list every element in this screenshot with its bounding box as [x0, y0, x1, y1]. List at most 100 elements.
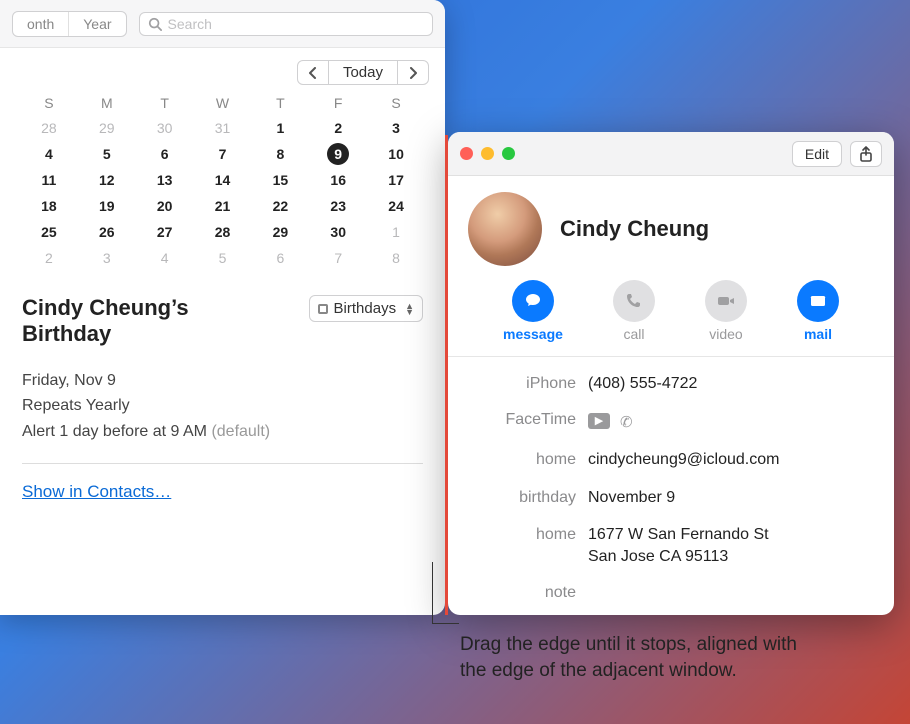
- contacts-window: Edit Cindy Cheung message call video mail i…: [448, 132, 894, 615]
- calendar-day-cell[interactable]: 13: [136, 167, 194, 193]
- calendar-day-cell[interactable]: 26: [78, 219, 136, 245]
- calendar-day-cell[interactable]: 15: [251, 167, 309, 193]
- calendar-selector[interactable]: Birthdays ▲▼: [309, 295, 423, 322]
- calendar-day-cell[interactable]: 6: [136, 141, 194, 167]
- calendar-day-cell[interactable]: 22: [251, 193, 309, 219]
- info-value[interactable]: (408) 555-4722: [588, 373, 697, 395]
- calendar-day-cell[interactable]: 3: [78, 245, 136, 271]
- calendar-day-cell[interactable]: 23: [309, 193, 367, 219]
- calendar-day-cell[interactable]: 28: [20, 115, 78, 141]
- event-title: Cindy Cheung’s Birthday: [22, 295, 252, 348]
- calendar-day-cell[interactable]: 4: [136, 245, 194, 271]
- calendar-day-cell[interactable]: 1: [367, 219, 425, 245]
- calendar-day-cell[interactable]: 19: [78, 193, 136, 219]
- calendar-day-cell[interactable]: 29: [251, 219, 309, 245]
- contact-name: Cindy Cheung: [560, 216, 709, 242]
- calendar-day-cell[interactable]: 30: [136, 115, 194, 141]
- calendar-day-cell[interactable]: 3: [367, 115, 425, 141]
- calendar-day-cell[interactable]: 14: [194, 167, 252, 193]
- calendar-week-row: 11121314151617: [20, 167, 425, 193]
- calendar-day-cell[interactable]: 9: [309, 141, 367, 167]
- info-value[interactable]: cindycheung9@icloud.com: [588, 449, 779, 471]
- calendar-day-cell[interactable]: 28: [194, 219, 252, 245]
- prev-button[interactable]: [297, 60, 329, 85]
- info-value[interactable]: November 9: [588, 487, 675, 509]
- calendar-day-cell[interactable]: 27: [136, 219, 194, 245]
- view-year-tab[interactable]: Year: [68, 12, 125, 36]
- calendar-day-cell[interactable]: 10: [367, 141, 425, 167]
- calendar-day-cell[interactable]: 1: [251, 115, 309, 141]
- dow-cell: T: [251, 95, 309, 111]
- calendar-day-cell[interactable]: 30: [309, 219, 367, 245]
- share-icon: [859, 146, 873, 162]
- calendar-week-row: 2345678: [20, 245, 425, 271]
- contact-header: Cindy Cheung: [448, 176, 894, 274]
- calendar-day-cell[interactable]: 18: [20, 193, 78, 219]
- calendar-day-cell[interactable]: 5: [194, 245, 252, 271]
- view-month-tab[interactable]: onth: [13, 12, 68, 36]
- video-action: video: [705, 280, 747, 342]
- info-row-iPhone: iPhone(408) 555-4722: [468, 365, 874, 403]
- calendar-day-cell[interactable]: 17: [367, 167, 425, 193]
- calendar-day-cell[interactable]: 25: [20, 219, 78, 245]
- share-button[interactable]: [850, 141, 882, 167]
- calendar-day-cell[interactable]: 11: [20, 167, 78, 193]
- next-button[interactable]: [397, 60, 429, 85]
- maximize-button[interactable]: [502, 147, 515, 160]
- info-label: iPhone: [468, 375, 588, 393]
- calendar-day-cell[interactable]: 31: [194, 115, 252, 141]
- event-meta: Friday, Nov 9 Repeats Yearly Alert 1 day…: [22, 368, 423, 445]
- calendar-day-cell[interactable]: 4: [20, 141, 78, 167]
- callout-text: Drag the edge until it stops, aligned wi…: [460, 632, 820, 683]
- calendar-selector-label: Birthdays: [334, 300, 397, 317]
- calendar-day-cell[interactable]: 7: [309, 245, 367, 271]
- calendar-day-cell[interactable]: 6: [251, 245, 309, 271]
- event-repeat-line: Repeats Yearly: [22, 393, 423, 419]
- facetime-video-icon[interactable]: ▶: [588, 413, 610, 429]
- info-label: home: [468, 451, 588, 469]
- show-in-contacts-link[interactable]: Show in Contacts…: [22, 482, 171, 501]
- contact-avatar[interactable]: [468, 192, 542, 266]
- facetime-audio-icon[interactable]: ✆: [620, 413, 633, 433]
- info-label: birthday: [468, 489, 588, 507]
- call-icon: [613, 280, 655, 322]
- quick-action-row: message call video mail: [448, 274, 894, 356]
- calendar-day-cell[interactable]: 2: [309, 115, 367, 141]
- info-row-home: home1677 W San Fernando St San Jose CA 9…: [468, 516, 874, 575]
- chevron-right-icon: [408, 67, 418, 79]
- edit-button[interactable]: Edit: [792, 141, 842, 167]
- calendar-day-cell[interactable]: 5: [78, 141, 136, 167]
- dow-cell: W: [194, 95, 252, 111]
- today-button[interactable]: Today: [329, 60, 397, 85]
- calendar-day-cell[interactable]: 7: [194, 141, 252, 167]
- call-label: call: [623, 326, 644, 342]
- minimize-button[interactable]: [481, 147, 494, 160]
- dow-cell: M: [78, 95, 136, 111]
- calendar-day-cell[interactable]: 20: [136, 193, 194, 219]
- calendar-day-cell[interactable]: 8: [367, 245, 425, 271]
- calendar-color-swatch: [318, 304, 328, 314]
- calendar-day-cell[interactable]: 24: [367, 193, 425, 219]
- view-segmented-control[interactable]: onth Year: [12, 11, 127, 37]
- search-input[interactable]: [168, 16, 424, 32]
- calendar-day-cell[interactable]: 21: [194, 193, 252, 219]
- calendar-day-cell[interactable]: 2: [20, 245, 78, 271]
- search-field[interactable]: [139, 12, 433, 36]
- info-value[interactable]: ▶✆: [588, 413, 633, 433]
- close-button[interactable]: [460, 147, 473, 160]
- mail-label: mail: [804, 326, 832, 342]
- mail-action[interactable]: mail: [797, 280, 839, 342]
- calendar-toolbar: onth Year: [0, 0, 445, 48]
- calendar-day-cell[interactable]: 8: [251, 141, 309, 167]
- mini-calendar: SMTWTFS 28293031123456789101112131415161…: [0, 91, 445, 279]
- message-icon: [512, 280, 554, 322]
- calendar-day-cell[interactable]: 29: [78, 115, 136, 141]
- contacts-toolbar: Edit: [448, 132, 894, 176]
- message-action[interactable]: message: [503, 280, 563, 342]
- info-value[interactable]: 1677 W San Fernando St San Jose CA 95113: [588, 524, 769, 567]
- calendar-day-cell[interactable]: 16: [309, 167, 367, 193]
- traffic-lights: [460, 147, 515, 160]
- dow-cell: F: [309, 95, 367, 111]
- calendar-nav: Today: [0, 48, 445, 91]
- calendar-day-cell[interactable]: 12: [78, 167, 136, 193]
